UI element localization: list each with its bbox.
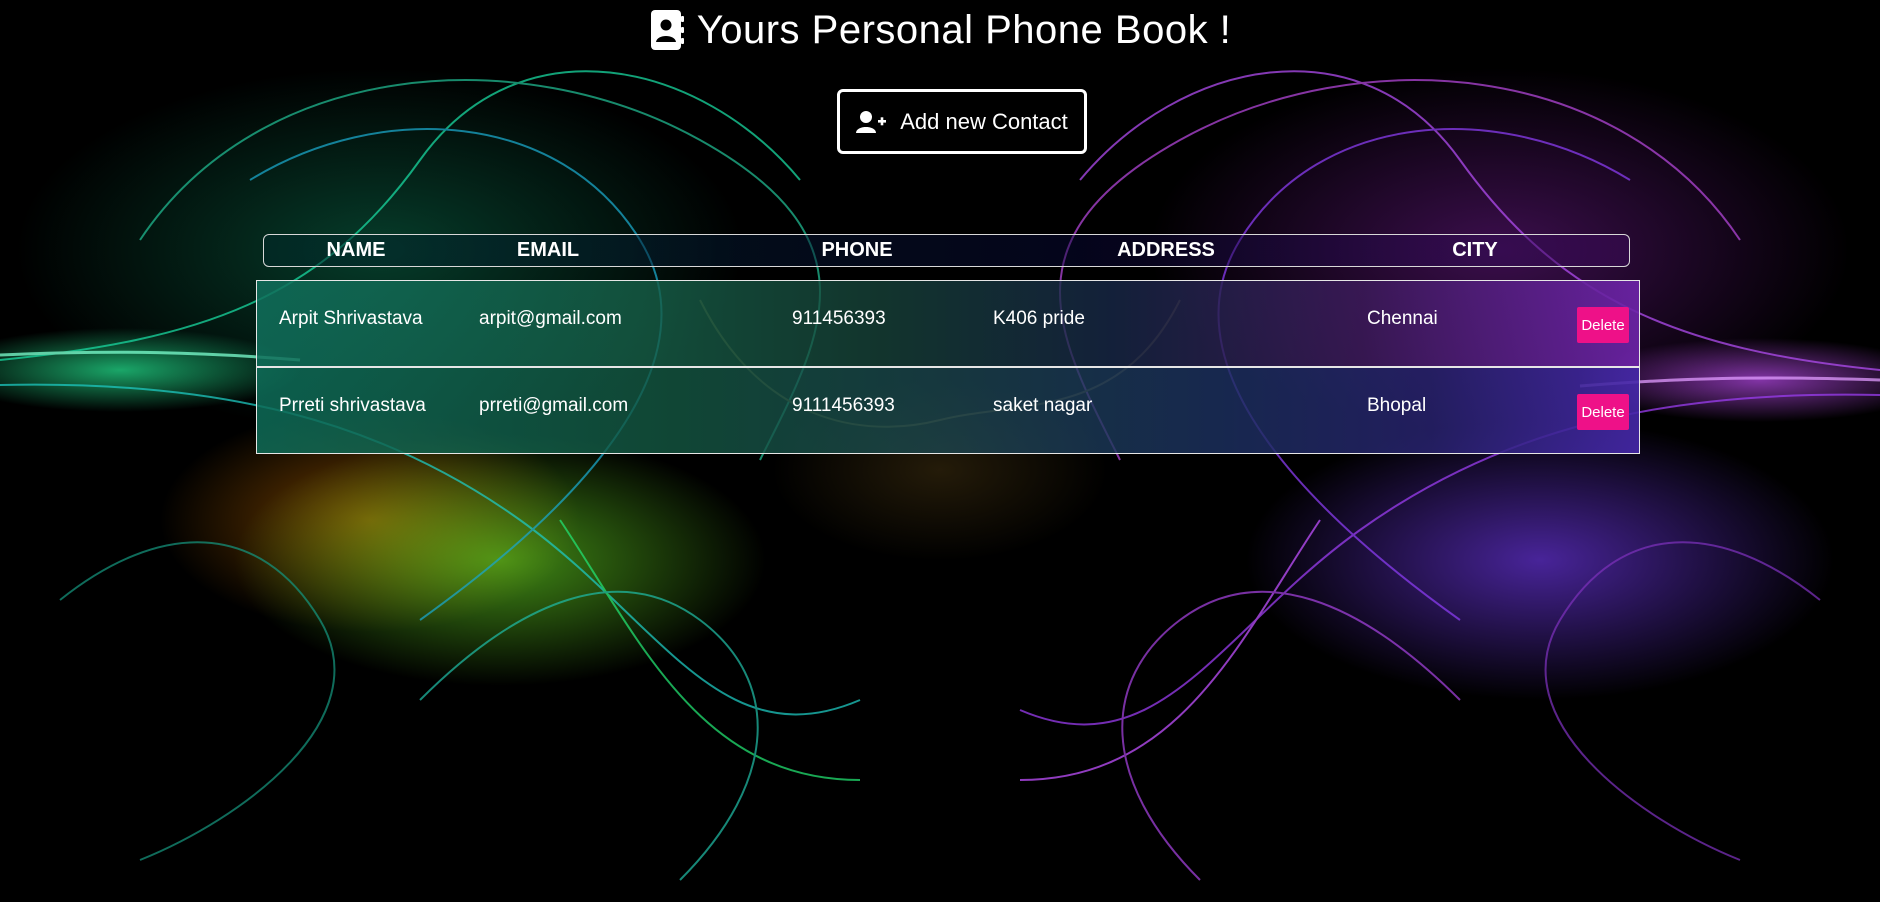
column-header-address: ADDRESS (1117, 239, 1215, 261)
column-header-phone: PHONE (821, 239, 893, 261)
column-header-email: EMAIL (516, 239, 580, 261)
table-row: Prreti shrivastava prreti@gmail.com 9111… (256, 367, 1640, 454)
page-title: Yours Personal Phone Book ! (0, 4, 1880, 56)
user-plus-icon (856, 110, 887, 134)
contact-email: arpit@gmail.com (479, 308, 622, 329)
table-row: Arpit Shrivastava arpit@gmail.com 911456… (256, 280, 1640, 367)
contact-email: prreti@gmail.com (479, 395, 629, 416)
contact-address: saket nagar (993, 395, 1093, 416)
title-text: Yours Personal Phone Book ! (696, 8, 1232, 52)
add-contact-label: Add new Contact (900, 108, 1068, 134)
delete-button[interactable]: Delete (1577, 394, 1629, 430)
page-content: Yours Personal Phone Book ! Add new Cont… (0, 0, 1880, 902)
address-book-icon (649, 9, 685, 51)
contact-city: Bhopal (1367, 395, 1427, 416)
contact-name: Prreti shrivastava (279, 395, 426, 416)
add-contact-button[interactable]: Add new Contact (837, 89, 1087, 154)
contact-address: K406 pride (993, 308, 1085, 329)
table-header: NAME EMAIL PHONE ADDRESS CITY (263, 234, 1630, 267)
contact-name: Arpit Shrivastava (279, 308, 423, 329)
column-header-city: CITY (1452, 239, 1498, 261)
column-header-name: NAME (326, 239, 386, 261)
contact-phone: 9111456393 (792, 395, 895, 416)
contact-city: Chennai (1367, 308, 1438, 329)
delete-button[interactable]: Delete (1577, 307, 1629, 343)
contact-phone: 911456393 (792, 308, 886, 329)
